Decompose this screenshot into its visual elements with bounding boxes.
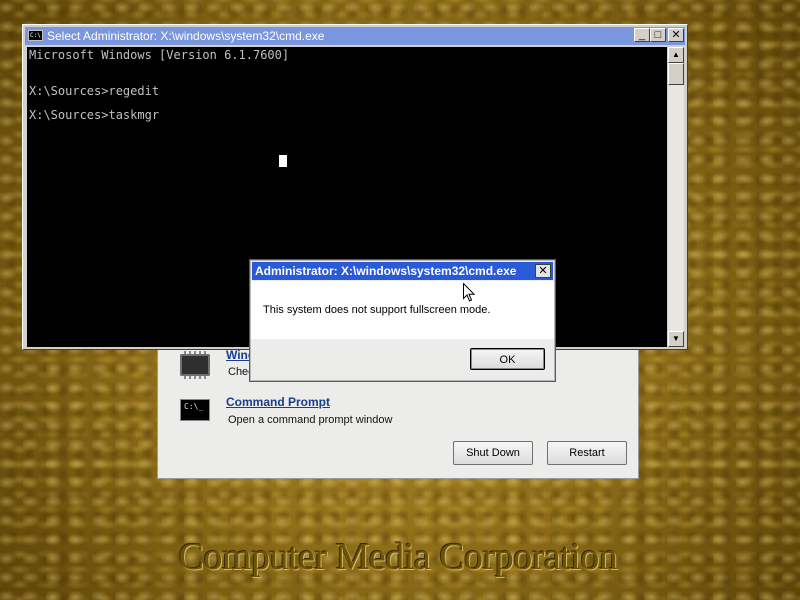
memory-chip-icon <box>180 351 210 379</box>
cmd-titlebar[interactable]: C:\ Select Administrator: X:\windows\sys… <box>25 27 685 45</box>
dialog-message: This system does not support fullscreen … <box>263 304 491 316</box>
command-prompt-icon: C:\_ <box>180 399 210 421</box>
shut-down-button[interactable]: Shut Down <box>453 441 533 465</box>
scroll-down-button[interactable]: ▼ <box>668 331 684 347</box>
dialog-titlebar[interactable]: Administrator: X:\windows\system32\cmd.e… <box>252 262 553 280</box>
scroll-thumb[interactable] <box>668 63 684 85</box>
fullscreen-error-dialog: Administrator: X:\windows\system32\cmd.e… <box>249 259 556 382</box>
dialog-close-button[interactable]: ✕ <box>535 264 551 278</box>
cmd-window-title: Select Administrator: X:\windows\system3… <box>47 29 325 43</box>
tool-title-command-prompt[interactable]: Command Prompt <box>226 395 330 409</box>
watermark-text: Computer Media Corporation <box>178 536 618 578</box>
restart-button[interactable]: Restart <box>547 441 627 465</box>
console-line: X:\Sources>regedit <box>29 84 160 98</box>
vertical-scrollbar[interactable]: ▲ ▼ <box>668 47 684 347</box>
mouse-pointer-icon <box>463 283 475 302</box>
close-button[interactable]: ✕ <box>668 28 684 42</box>
scroll-up-button[interactable]: ▲ <box>668 47 684 63</box>
console-line: X:\Sources>taskmgr <box>29 108 160 122</box>
text-cursor <box>279 155 287 167</box>
tool-desc-command-prompt: Open a command prompt window <box>228 414 393 426</box>
cmd-window-icon[interactable]: C:\ <box>28 30 43 41</box>
ok-button[interactable]: OK <box>470 348 545 370</box>
minimize-button[interactable]: _ <box>634 28 650 42</box>
dialog-body: This system does not support fullscreen … <box>251 281 554 339</box>
console-line: Microsoft Windows [Version 6.1.7600] <box>29 48 290 62</box>
dialog-title: Administrator: X:\windows\system32\cmd.e… <box>255 264 517 278</box>
maximize-button[interactable]: □ <box>650 28 666 42</box>
